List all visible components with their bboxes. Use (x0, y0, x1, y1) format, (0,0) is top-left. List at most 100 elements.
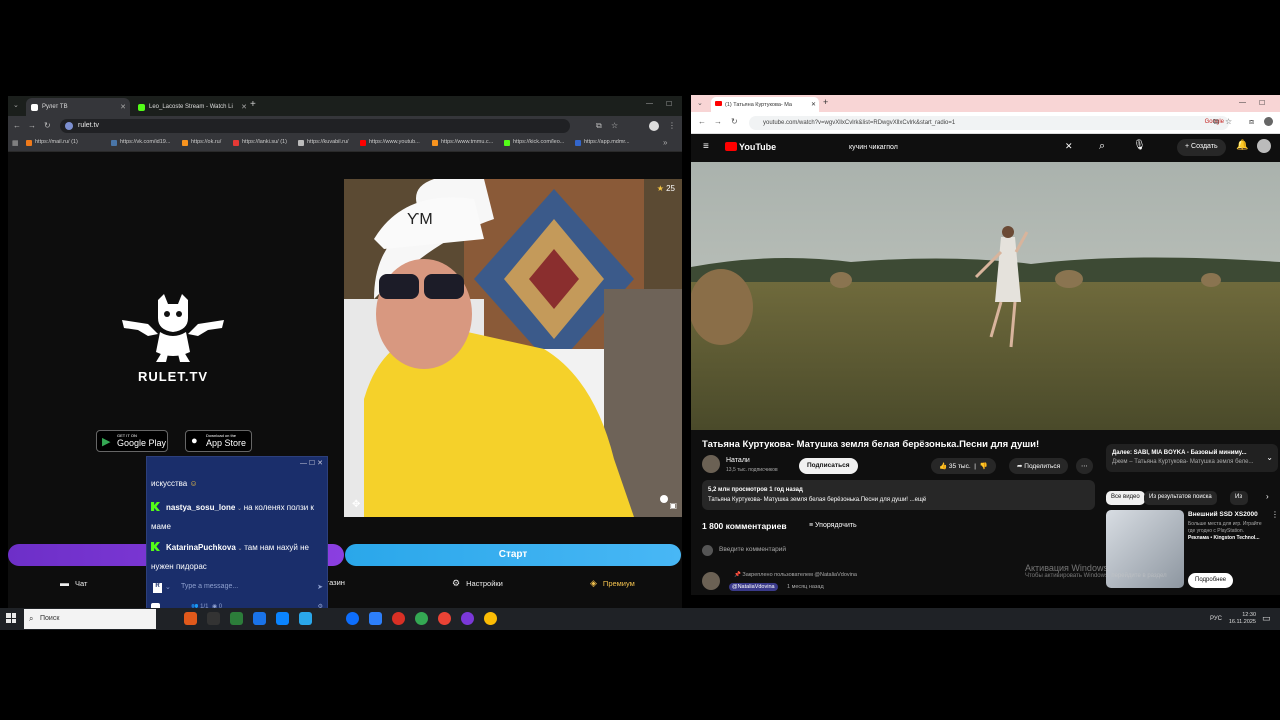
minimize-icon[interactable]: — (1239, 99, 1246, 106)
taskbar-app-icon[interactable] (230, 612, 243, 625)
maximize-icon[interactable]: ☐ (666, 100, 672, 108)
system-clock[interactable]: 12:30 16.11.2025 (1229, 612, 1256, 626)
bookmark-3[interactable]: https://ok.ru/ (182, 139, 221, 146)
new-tab-icon[interactable]: + (250, 99, 256, 110)
taskbar-search[interactable]: ⌕ Поиск (24, 609, 156, 629)
ad-details-button[interactable]: Подробнее (1188, 573, 1234, 588)
tab-search-icon[interactable]: ⌄ (697, 99, 703, 107)
chat-username[interactable]: KatarinaPuchkova (166, 543, 236, 552)
microphone-icon[interactable]: 🎙 (1133, 140, 1146, 151)
close-icon[interactable]: ✕ (241, 103, 247, 111)
edge-icon[interactable] (346, 612, 359, 625)
subscribe-button[interactable]: Подписаться (799, 458, 858, 474)
app-store-badge[interactable]: ● Download on the App Store (185, 430, 252, 452)
opera-icon[interactable] (392, 612, 405, 625)
install-icon[interactable]: ⧉ (1213, 117, 1219, 127)
comment-avatar[interactable] (702, 572, 720, 590)
windows-start-icon[interactable] (6, 613, 16, 623)
bookmark-5[interactable]: https://kuvabil.ru/ (298, 139, 349, 146)
more-bookmarks-icon[interactable]: » (663, 138, 667, 147)
taskbar-app-icon[interactable] (369, 612, 382, 625)
forward-icon[interactable]: → (714, 117, 722, 126)
site-info-icon[interactable] (65, 122, 73, 130)
bookmark-7[interactable]: https://www.tmmu.c... (432, 139, 493, 146)
bookmark-star-icon[interactable]: ☆ (611, 121, 618, 130)
minimize-icon[interactable]: — (646, 100, 653, 107)
profile-avatar[interactable] (1264, 117, 1273, 126)
nav-settings[interactable]: ⚙ Настройки (452, 578, 503, 589)
up-next-playlist[interactable]: Далее: SABI, MIA BOYKA - Базовый миниму.… (1106, 444, 1278, 472)
fullscreen-move-icon[interactable]: ✥ (352, 499, 360, 510)
apps-icon[interactable]: ▦ (12, 139, 19, 147)
back-icon[interactable]: ← (13, 121, 21, 130)
chevron-right-icon[interactable]: › (1266, 492, 1269, 501)
more-actions-button[interactable]: ⋯ (1076, 458, 1093, 474)
nav-chat[interactable]: ▬ Чат (60, 578, 87, 588)
create-button[interactable]: + Создать (1177, 139, 1226, 156)
notifications-icon[interactable]: ▭ (1262, 613, 1271, 624)
tab-youtube[interactable]: (1) Татьяна Куртукова- Ма ✕ (711, 97, 819, 112)
hamburger-menu-icon[interactable]: ≡ (703, 141, 709, 152)
bookmark-6[interactable]: https://www.youtub... (360, 139, 420, 146)
reload-icon[interactable]: ↻ (731, 117, 738, 126)
more-vert-icon[interactable]: ⋮ (1271, 510, 1279, 519)
chip-all[interactable]: Все видео (1106, 491, 1145, 505)
chip-search[interactable]: Из результатов поиска (1144, 491, 1217, 505)
taskbar-app-icon[interactable] (253, 612, 266, 625)
comment-author[interactable]: @NataliaVdovina (729, 583, 778, 591)
install-icon[interactable]: ⧉ (596, 121, 602, 131)
add-comment-input[interactable]: Введите комментарий (719, 546, 786, 553)
window-controls[interactable]: — ☐ ✕ (300, 459, 323, 467)
webcam-video[interactable]: ƳM ★ 25 ✥ ▣ (344, 179, 682, 517)
bookmark-8[interactable]: https://kick.com/leo... (504, 139, 564, 146)
forward-icon[interactable]: → (28, 121, 36, 130)
new-tab-icon[interactable]: + (823, 97, 828, 107)
channel-avatar[interactable] (702, 455, 720, 473)
like-button[interactable]: 👍 35 тыс. | 👎 (931, 458, 996, 474)
language-indicator[interactable]: РУС (1210, 616, 1222, 622)
account-avatar[interactable] (1257, 139, 1271, 153)
chrome-icon[interactable] (438, 612, 451, 625)
chevron-down-icon[interactable]: ⌄ (1266, 453, 1273, 462)
google-play-badge[interactable]: ▶ GET IT ON Google Play (96, 430, 168, 452)
bookmark-1[interactable]: https://mail.ru/ (1) (26, 139, 78, 146)
bookmark-2[interactable]: https://vk.com/id19... (111, 139, 170, 146)
address-bar[interactable]: youtube.com/watch?v=wgvXllxCvlrk&list=RD… (749, 116, 1229, 130)
address-bar[interactable]: rulet.tv (60, 119, 570, 133)
nav-premium[interactable]: ◈ Премиум (590, 578, 635, 589)
reload-icon[interactable]: ↻ (44, 121, 51, 130)
bookmark-4[interactable]: https://lanki.su/ (1) (233, 139, 287, 146)
tab-rulet[interactable]: Рулет ТВ ✕ (26, 98, 130, 116)
video-description[interactable]: 5,2 млн просмотров 1 год назад Татьяна К… (702, 480, 1095, 510)
chip-from[interactable]: Из (1230, 491, 1248, 505)
taskbar-app-icon[interactable] (184, 612, 197, 625)
youtube-search-input[interactable]: кучин чикагпол (841, 138, 1091, 157)
taskbar-app-icon[interactable] (276, 612, 289, 625)
search-icon[interactable]: ⌕ (1099, 140, 1105, 153)
tab-kick[interactable]: Leo_Lacoste Stream - Watch Li ✕ (133, 98, 251, 116)
chrome-icon[interactable] (484, 612, 497, 625)
youtube-logo[interactable]: YouTube (725, 142, 776, 152)
taskbar-app-icon[interactable] (207, 612, 220, 625)
send-icon[interactable]: ➤ (317, 583, 323, 591)
menu-icon[interactable]: ⋮ (668, 121, 676, 130)
tab-search-icon[interactable]: ⌄ (13, 101, 19, 109)
bookmark-9[interactable]: https://app.mdmr... (575, 139, 630, 146)
maximize-icon[interactable]: ☐ (1259, 99, 1265, 107)
extensions-icon[interactable]: ⧈ (1249, 117, 1254, 127)
share-button[interactable]: ➦ Поделиться (1009, 458, 1069, 474)
taskbar-app-icon[interactable] (461, 612, 474, 625)
close-icon[interactable]: ✕ (811, 101, 816, 108)
bookmark-star-icon[interactable]: ☆ (1225, 117, 1232, 126)
start-button[interactable]: Старт (345, 544, 681, 566)
close-icon[interactable]: ✕ (120, 103, 126, 111)
chevron-down-icon[interactable]: ⌄ (165, 583, 171, 591)
chat-username[interactable]: nastya_sosu_lone (166, 503, 235, 512)
clear-icon[interactable]: ✕ (1065, 141, 1073, 152)
sort-comments-button[interactable]: ≡ Упорядочить (809, 522, 857, 529)
bell-icon[interactable]: 🔔 (1236, 140, 1248, 151)
channel-name[interactable]: Натали (726, 457, 750, 464)
back-icon[interactable]: ← (698, 117, 706, 126)
taskbar-app-icon[interactable] (299, 612, 312, 625)
chat-input[interactable]: R ⌄ Type a message... ➤ (151, 583, 325, 595)
